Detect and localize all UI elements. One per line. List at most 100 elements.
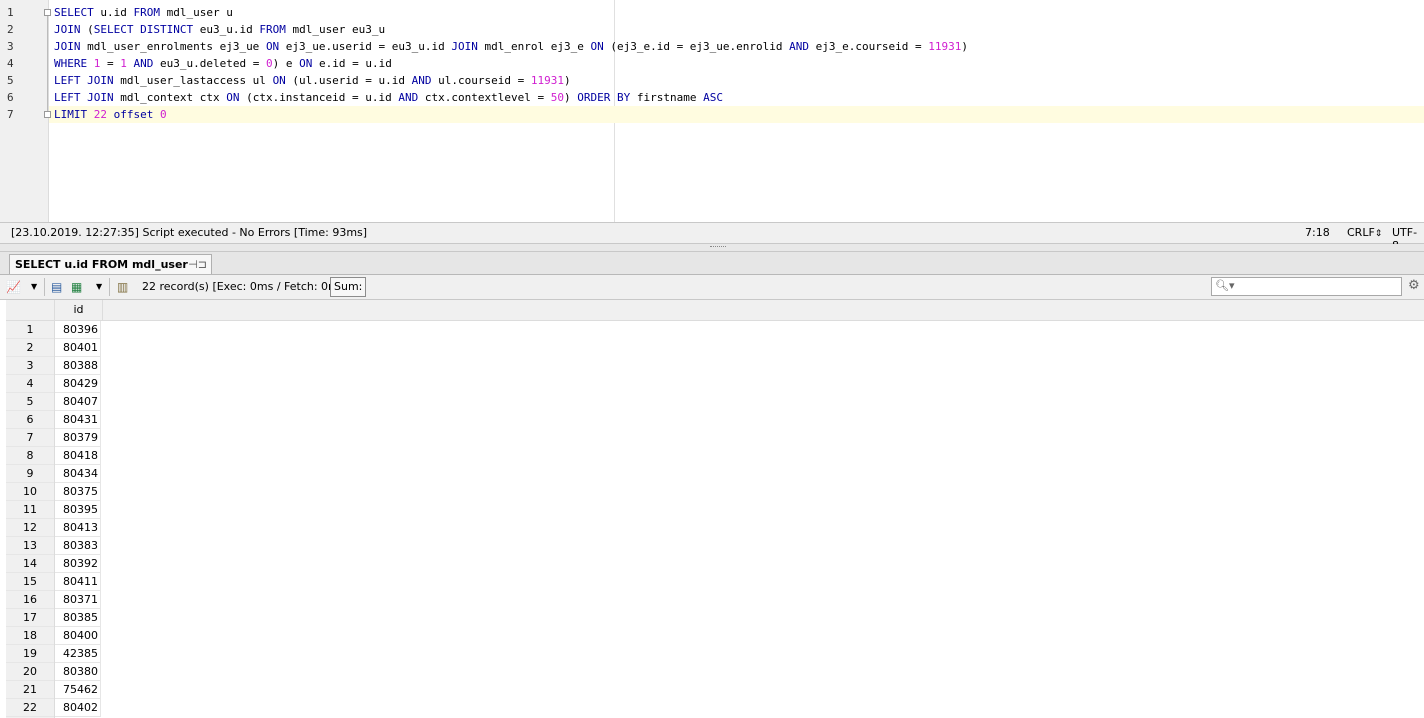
grid-header: id <box>6 300 1424 321</box>
row-number[interactable]: 16 <box>6 591 54 609</box>
id-cell[interactable]: 80402 <box>55 699 101 717</box>
sql-keyword: ON <box>590 40 604 53</box>
id-cell[interactable]: 80380 <box>55 663 101 681</box>
line-number: 3 <box>7 40 14 53</box>
row-number[interactable]: 20 <box>6 663 54 681</box>
code-line[interactable]: WHERE 1 = 1 AND eu3_u.deleted = 0) e ON … <box>54 55 392 72</box>
tools-icon[interactable]: ⚙ <box>1408 278 1420 293</box>
sql-text: mdl_enrol ej3_e <box>477 40 591 53</box>
sql-number: 1 <box>120 57 127 70</box>
row-number[interactable]: 8 <box>6 447 54 465</box>
row-number[interactable]: 17 <box>6 609 54 627</box>
sql-keyword: AND <box>398 91 419 104</box>
id-cell[interactable]: 80400 <box>55 627 101 645</box>
row-number[interactable]: 7 <box>6 429 54 447</box>
id-cell[interactable]: 80418 <box>55 447 101 465</box>
id-cell[interactable]: 80411 <box>55 573 101 591</box>
sql-text: ctx.contextlevel = <box>418 91 551 104</box>
sql-number: 11931 <box>928 40 962 53</box>
row-number[interactable]: 3 <box>6 357 54 375</box>
row-number[interactable]: 4 <box>6 375 54 393</box>
id-cell[interactable]: 80371 <box>55 591 101 609</box>
id-cell[interactable]: 80379 <box>55 429 101 447</box>
row-number[interactable]: 22 <box>6 699 54 717</box>
id-cell[interactable]: 80413 <box>55 519 101 537</box>
row-number[interactable]: 11 <box>6 501 54 519</box>
code-line[interactable]: JOIN (SELECT DISTINCT eu3_u.id FROM mdl_… <box>54 21 385 38</box>
result-search-input[interactable]: 🔍︎▾ <box>1211 277 1402 296</box>
code-line[interactable]: JOIN mdl_user_enrolments ej3_ue ON ej3_u… <box>54 38 968 55</box>
sql-text: ) e <box>272 57 300 70</box>
code-line[interactable]: LEFT JOIN mdl_context ctx ON (ctx.instan… <box>54 89 723 106</box>
row-number[interactable]: 13 <box>6 537 54 555</box>
sql-text: mdl_user_enrolments ej3_ue <box>80 40 266 53</box>
id-cell[interactable]: 80388 <box>55 357 101 375</box>
column-header-id[interactable]: id <box>54 300 103 320</box>
code-line[interactable]: SELECT u.id FROM mdl_user u <box>54 4 233 21</box>
sql-text: = <box>100 57 121 70</box>
line-ending-label: CRLF <box>1347 226 1375 239</box>
id-cell[interactable]: 80396 <box>55 321 101 339</box>
export-excel-icon[interactable]: ▦ <box>71 279 82 295</box>
record-details-icon[interactable]: ▥ <box>117 279 128 295</box>
id-cell[interactable]: 80431 <box>55 411 101 429</box>
result-tab[interactable]: SELECT u.id FROM mdl_user u... ⊣⊐ <box>9 254 212 284</box>
chart-icon[interactable]: 📈 <box>6 279 21 295</box>
fold-marker-icon[interactable] <box>44 9 51 16</box>
row-number[interactable]: 19 <box>6 645 54 663</box>
id-cell[interactable]: 80407 <box>55 393 101 411</box>
row-number[interactable]: 2 <box>6 339 54 357</box>
id-cell[interactable]: 75462 <box>55 681 101 699</box>
sql-text: ) <box>563 91 578 104</box>
row-number[interactable]: 14 <box>6 555 54 573</box>
id-cell[interactable]: 80392 <box>55 555 101 573</box>
result-grid[interactable]: id 1 2 3 4 5 6 7 8 9 10 11 12 13 14 15 16 17 18 19 20 21 22 8… <box>0 300 1424 718</box>
id-cell[interactable]: 42385 <box>55 645 101 663</box>
pin-icon[interactable]: ⊣⊐ <box>188 258 207 271</box>
sql-keyword: ON <box>272 74 286 87</box>
chart-dropdown-icon[interactable]: ▼ <box>31 279 37 295</box>
search-icon[interactable]: 🔍︎▾ <box>1215 279 1235 292</box>
row-number[interactable]: 10 <box>6 483 54 501</box>
sql-text: (ej3_e.id = ej3_ue.enrolid <box>603 40 790 53</box>
id-cell[interactable]: 80401 <box>55 339 101 357</box>
grid-view-icon[interactable]: ▤ <box>51 279 62 295</box>
sql-keyword: ON <box>299 57 313 70</box>
line-number: 5 <box>7 74 14 87</box>
id-cell[interactable]: 80383 <box>55 537 101 555</box>
id-cell[interactable]: 80434 <box>55 465 101 483</box>
id-cell[interactable]: 80375 <box>55 483 101 501</box>
row-number[interactable]: 5 <box>6 393 54 411</box>
cursor-position: 7:18 <box>1305 226 1330 239</box>
panel-splitter[interactable] <box>0 244 1424 252</box>
id-cell[interactable]: 80385 <box>55 609 101 627</box>
code-line[interactable]: LEFT JOIN mdl_user_lastaccess ul ON (ul.… <box>54 72 571 89</box>
line-number-gutter: 1 2 3 4 5 6 7 <box>0 0 49 222</box>
id-cell[interactable]: 80395 <box>55 501 101 519</box>
row-number[interactable]: 9 <box>6 465 54 483</box>
execution-message: [23.10.2019. 12:27:35] Script executed -… <box>11 226 368 239</box>
sql-text: ) <box>961 40 968 53</box>
sql-keyword: LEFT JOIN <box>54 74 114 87</box>
row-number[interactable]: 18 <box>6 627 54 645</box>
sql-keyword: SELECT DISTINCT <box>93 23 194 36</box>
line-number: 6 <box>7 91 14 104</box>
sum-button[interactable]: Sum: <box>330 277 367 297</box>
row-number[interactable]: 6 <box>6 411 54 429</box>
sql-editor[interactable]: 1234567 SELECT u.id FROM mdl_user u JOIN … <box>0 0 1424 223</box>
sql-number: 0 <box>160 108 167 121</box>
row-number[interactable]: 21 <box>6 681 54 699</box>
sql-number: 0 <box>265 57 273 70</box>
line-ending-selector[interactable]: CRLF⇕ <box>1347 226 1382 239</box>
row-number[interactable]: 15 <box>6 573 54 591</box>
id-cell[interactable]: 80429 <box>55 375 101 393</box>
export-dropdown-icon[interactable]: ▼ <box>96 279 102 295</box>
splitter-grip-icon[interactable] <box>710 246 726 249</box>
row-number[interactable]: 1 <box>6 321 54 339</box>
row-number[interactable]: 12 <box>6 519 54 537</box>
fold-marker-icon[interactable] <box>44 111 51 118</box>
code-line[interactable]: LIMIT 22 offset 0 <box>49 106 1424 123</box>
sql-text: ej3_e.courseid = <box>809 40 929 53</box>
